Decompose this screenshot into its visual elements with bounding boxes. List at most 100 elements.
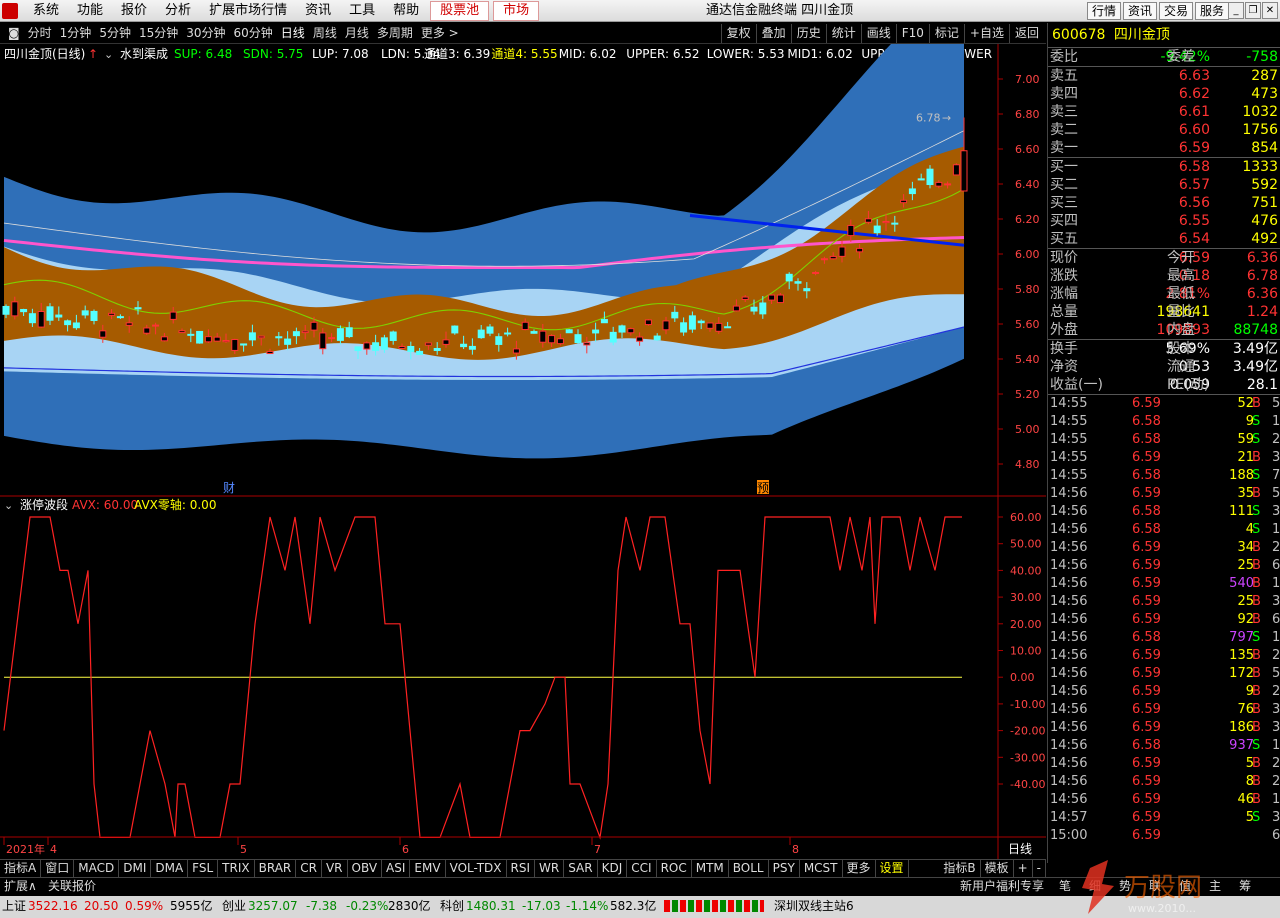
top-button[interactable]: 交易: [1158, 2, 1193, 20]
chart-tool-button[interactable]: 画线: [860, 24, 896, 43]
new-user-benefit-link[interactable]: 新用户福利专享: [960, 878, 1044, 895]
chart-tool-button[interactable]: +自选: [963, 24, 1009, 43]
indicator-tab[interactable]: VR: [322, 860, 348, 877]
menu-item[interactable]: 资讯: [296, 0, 340, 22]
quote-row: 卖四 6.62 473: [1050, 86, 1278, 102]
indicator-tab-right[interactable]: 模板: [981, 860, 1014, 877]
expand-button[interactable]: 扩展∧: [4, 878, 37, 895]
indicator-tab[interactable]: EMV: [410, 860, 446, 877]
candle-body: [442, 339, 450, 345]
indicator-tab[interactable]: 指标A: [0, 860, 42, 877]
indicator-tab[interactable]: DMA: [151, 860, 189, 877]
menu-item[interactable]: 功能: [68, 0, 112, 22]
indicator-tab[interactable]: MTM: [692, 860, 729, 877]
candle-body: [495, 336, 503, 345]
chart-tool-button[interactable]: 统计: [825, 24, 861, 43]
candle-body: [776, 294, 784, 304]
indicator-tab[interactable]: ROC: [657, 860, 692, 877]
indicator-tab[interactable]: MACD: [74, 860, 120, 877]
candle-body: [882, 221, 890, 224]
chart-area[interactable]: 四川金顶(日线) ↑ ⌄ 水到渠成 SUP: 6.48 SDN: 5.75 LUP: 7.0…: [0, 44, 1046, 859]
top-button[interactable]: 行情: [1086, 2, 1121, 20]
server-name[interactable]: 深圳双线主站6: [774, 896, 854, 916]
indicator-tab-right[interactable]: 指标B: [939, 860, 981, 877]
indicator-tab[interactable]: DMI: [119, 860, 152, 877]
window-menu-icon[interactable]: ◙: [4, 23, 24, 44]
stat-row: 总量 198641 量比 1.24: [1050, 304, 1278, 320]
indicator-tab[interactable]: SAR: [564, 860, 598, 877]
indicator-tab[interactable]: CR: [296, 860, 322, 877]
candle-body: [618, 325, 626, 333]
y-tick-label: 6.80: [1015, 108, 1040, 121]
menu-item[interactable]: 系统: [24, 0, 68, 22]
period-item[interactable]: 1分钟: [56, 23, 96, 44]
candle-body: [935, 181, 943, 187]
chart-tool-button[interactable]: 复权: [720, 24, 756, 43]
indicator-tab[interactable]: TRIX: [218, 860, 255, 877]
period-item[interactable]: 15分钟: [135, 23, 182, 44]
zero-axis-label: AVX零轴: 0.00: [134, 497, 216, 512]
period-item[interactable]: 60分钟: [230, 23, 277, 44]
watermark-url: www.2010...: [1128, 902, 1196, 915]
indicator-tab[interactable]: OBV: [348, 860, 383, 877]
period-item[interactable]: 5分钟: [95, 23, 135, 44]
chart-tool-button[interactable]: 叠加: [755, 24, 791, 43]
indicator-tab[interactable]: KDJ: [598, 860, 628, 877]
period-item[interactable]: 周线: [309, 23, 341, 44]
indicator-tab[interactable]: 设置: [876, 860, 909, 877]
period-item[interactable]: 日线: [277, 23, 309, 44]
sub-y-tick-label: -20.00: [1010, 725, 1045, 738]
period-item[interactable]: 30分钟: [182, 23, 229, 44]
restore-icon[interactable]: ❐: [1245, 2, 1261, 19]
menu-item-red[interactable]: 市场: [493, 1, 540, 21]
chart-tool-button[interactable]: 历史: [790, 24, 826, 43]
indicator-tab[interactable]: WR: [535, 860, 565, 877]
menu-item[interactable]: 分析: [156, 0, 200, 22]
menu-item-red[interactable]: 股票池: [430, 1, 490, 21]
indicator-tab[interactable]: PSY: [769, 860, 800, 877]
tick-row: 14:56 6.59 76 B 3: [1050, 702, 1280, 717]
period-item[interactable]: 更多 >: [417, 23, 463, 44]
top-button[interactable]: 服务: [1194, 2, 1229, 20]
close-icon[interactable]: ✕: [1262, 2, 1278, 19]
indicator-tab[interactable]: 更多: [843, 860, 876, 877]
tick-row: 14:566.59540B11: [1050, 576, 1280, 591]
indicator-tab-right[interactable]: +: [1014, 860, 1033, 877]
indicator-tab[interactable]: BOLL: [729, 860, 769, 877]
chart-tool-button[interactable]: 标记: [928, 24, 964, 43]
period-item[interactable]: 月线: [341, 23, 373, 44]
forecast-marker: 预: [757, 481, 769, 495]
y-tick-label: 5.40: [1015, 353, 1040, 366]
indicator-tab[interactable]: RSI: [507, 860, 536, 877]
y-tick-label: 4.80: [1015, 458, 1040, 471]
period-item[interactable]: 分时: [24, 23, 56, 44]
candle-body: [108, 312, 116, 316]
indicator-param: SDN: 5.75: [243, 47, 303, 61]
indicator-tab[interactable]: FSL: [188, 860, 219, 877]
indicator-tab[interactable]: MCST: [800, 860, 843, 877]
menu-item[interactable]: 工具: [340, 0, 384, 22]
stock-code-row[interactable]: 600678 四川金顶: [1048, 23, 1280, 48]
indicator-tab[interactable]: CCI: [627, 860, 657, 877]
indicator-tab[interactable]: VOL-TDX: [446, 860, 507, 877]
stat-row: 现价 6.59 今开 6.36: [1050, 250, 1278, 266]
period-item[interactable]: 多周期: [373, 23, 417, 44]
indicator-tab-right[interactable]: -: [1033, 860, 1046, 877]
minimize-icon[interactable]: _: [1228, 2, 1244, 19]
indicator-tab[interactable]: ASI: [382, 860, 411, 877]
menu-item[interactable]: 报价: [112, 0, 156, 22]
menu-item[interactable]: 扩展市场行情: [200, 0, 296, 22]
related-quote-button[interactable]: 关联报价: [48, 878, 96, 895]
quote-panel: 600678 四川金顶 委比 -9.42% 委差 -758 卖五 6.63 287 卖…: [1047, 23, 1280, 863]
chart-tool-button[interactable]: F10: [895, 24, 929, 43]
menu-item[interactable]: 帮助: [384, 0, 428, 22]
candle-body: [389, 331, 397, 341]
candle-body: [926, 168, 934, 186]
chart-tool-button[interactable]: 返回: [1008, 24, 1044, 43]
indicator-tab[interactable]: 窗口: [41, 860, 75, 877]
top-button[interactable]: 资讯: [1122, 2, 1157, 20]
candle-body: [143, 327, 151, 334]
indicator-tab[interactable]: BRAR: [255, 860, 297, 877]
quote-row: 买一 6.58 1333: [1050, 159, 1278, 175]
tick-list[interactable]: 14:55 6.59 52 B 5 14:55 6.58 9 S 1 14:55 6.58 59 S 2 14…: [1048, 395, 1280, 845]
